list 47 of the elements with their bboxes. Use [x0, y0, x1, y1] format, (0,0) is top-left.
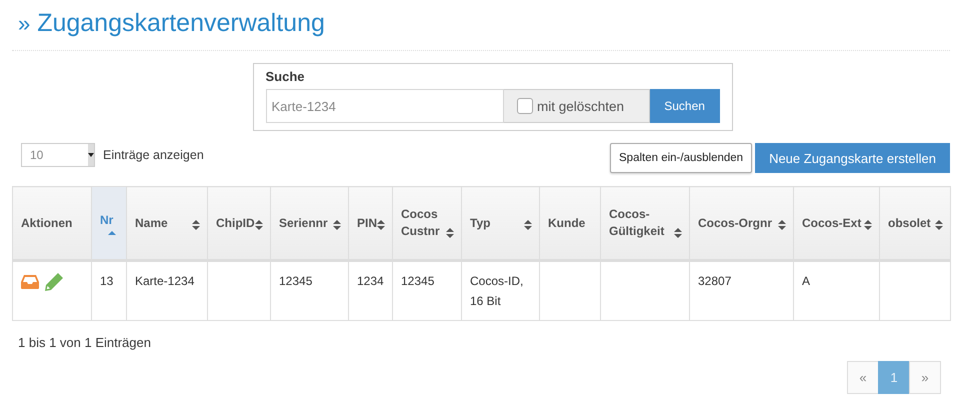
- column-header[interactable]: ChipID: [208, 186, 270, 260]
- table-cell: Karte-1234: [135, 274, 194, 288]
- table-cell: 13: [100, 274, 114, 288]
- sort-icon: [524, 220, 532, 230]
- sort-icon: [255, 220, 263, 230]
- entries-info: 1 bis 1 von 1 Einträgen: [17, 335, 152, 352]
- column-header[interactable]: Name: [126, 186, 208, 260]
- sort-icon: [778, 220, 786, 230]
- column-header[interactable]: Seriennr: [270, 186, 348, 260]
- sort-icon: [446, 228, 454, 238]
- table-cell: 12345: [401, 274, 434, 288]
- column-header[interactable]: Cocos-Gültigkeit: [600, 186, 690, 260]
- create-button[interactable]: Neue Zugangskarte erstellen: [755, 143, 950, 173]
- sort-ascending-icon: [108, 230, 116, 234]
- column-header[interactable]: PIN: [348, 186, 392, 260]
- sort-icon: [674, 228, 682, 238]
- table-cell: 12345: [279, 274, 312, 288]
- column-header[interactable]: Cocos-Ext: [794, 186, 880, 260]
- page-title: Zugangskartenverwaltung: [37, 9, 325, 37]
- sort-icon: [192, 220, 200, 230]
- table-cell: 1234: [357, 274, 384, 288]
- caret-icon: [88, 153, 94, 157]
- inbox-icon[interactable]: [21, 275, 39, 289]
- pencil-icon[interactable]: [45, 273, 63, 291]
- column-header[interactable]: Typ: [462, 186, 540, 260]
- sort-icon: [935, 220, 943, 230]
- search-label: Suche: [266, 68, 306, 86]
- page-size-select[interactable]: 10: [21, 143, 95, 167]
- table-cell: A: [802, 274, 810, 288]
- table-cell: Cocos-ID, 16 Bit: [470, 274, 524, 308]
- deleted-checkbox[interactable]: mit gelöschten: [504, 89, 650, 123]
- columns-button[interactable]: Spalten ein-/ausblenden: [610, 143, 752, 173]
- sort-icon: [377, 220, 385, 230]
- sort-icon: [333, 220, 341, 230]
- column-header: Aktionen: [12, 186, 92, 260]
- column-header[interactable]: Cocos Custnr: [392, 186, 462, 260]
- search-button[interactable]: Suchen: [650, 89, 720, 123]
- table-cell: 32807: [698, 274, 732, 288]
- column-header[interactable]: obsolet: [880, 186, 950, 260]
- sort-icon: [864, 220, 872, 230]
- column-header[interactable]: Cocos-Orgnr: [690, 186, 794, 260]
- page-size-label: Einträge anzeigen: [103, 148, 204, 162]
- search-field[interactable]: Karte-1234: [266, 89, 504, 123]
- title-mark: »: [18, 11, 30, 36]
- page-button[interactable]: «: [847, 361, 879, 394]
- page-button[interactable]: »: [909, 361, 941, 394]
- column-header: Kunde: [540, 186, 600, 260]
